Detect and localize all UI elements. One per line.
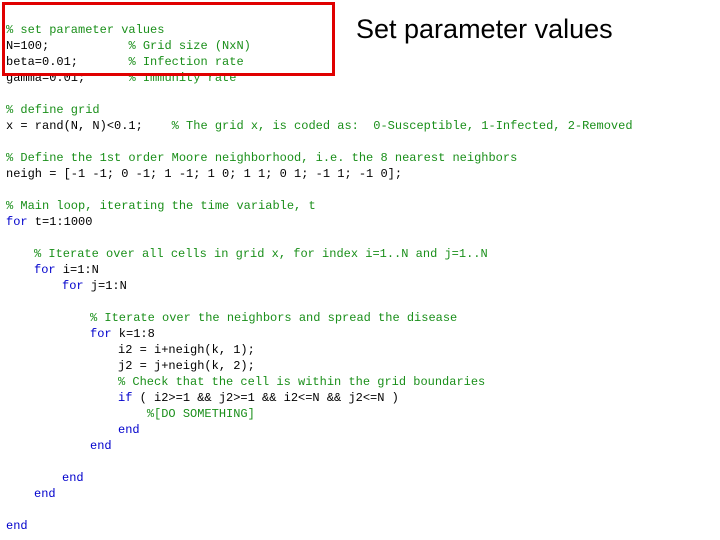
line-for-j: j=1:N bbox=[84, 279, 127, 293]
comment-iterate-nb: % Iterate over the neighbors and spread … bbox=[6, 311, 457, 325]
comment-defgrid: % define grid bbox=[6, 103, 100, 117]
comment-moore: % Define the 1st order Moore neighborhoo… bbox=[6, 151, 517, 165]
comment-main: % Main loop, iterating the time variable… bbox=[6, 199, 316, 213]
line-j2: j2 = j+neigh(k, 2); bbox=[6, 359, 255, 373]
line-for-i: i=1:N bbox=[56, 263, 99, 277]
comment-iterate-cells: % Iterate over all cells in grid x, for … bbox=[6, 247, 488, 261]
line-for-t: t=1:1000 bbox=[28, 215, 93, 229]
line-for-k: k=1:8 bbox=[112, 327, 155, 341]
line-n: N=100; bbox=[6, 39, 49, 53]
comment-check: % Check that the cell is within the grid… bbox=[6, 375, 485, 389]
kw-if: if bbox=[118, 391, 132, 405]
comment-beta: % Infection rate bbox=[128, 55, 243, 69]
comment-n: % Grid size (NxN) bbox=[128, 39, 250, 53]
kw-for-j: for bbox=[62, 279, 84, 293]
code-block: % set parameter values N=100; % Grid siz… bbox=[6, 6, 714, 534]
line-beta: beta=0.01; bbox=[6, 55, 78, 69]
kw-end-forj: end bbox=[62, 471, 84, 485]
line-x: x = rand(N, N)<0.1; bbox=[6, 119, 143, 133]
line-if: ( i2>=1 && j2>=1 && i2<=N && j2<=N ) bbox=[132, 391, 398, 405]
comment-x: % The grid x, is coded as: 0-Susceptible… bbox=[172, 119, 633, 133]
comment-set-param: % set parameter values bbox=[6, 23, 164, 37]
kw-for-t: for bbox=[6, 215, 28, 229]
kw-end-fori: end bbox=[34, 487, 56, 501]
comment-gamma: % Immunity rate bbox=[128, 71, 236, 85]
kw-end-fork: end bbox=[90, 439, 112, 453]
callout-title: Set parameter values bbox=[356, 14, 613, 45]
line-neigh: neigh = [-1 -1; 0 -1; 1 -1; 1 0; 1 1; 0 … bbox=[6, 167, 402, 181]
line-gamma: gamma=0.01; bbox=[6, 71, 85, 85]
kw-for-k: for bbox=[90, 327, 112, 341]
line-i2: i2 = i+neigh(k, 1); bbox=[6, 343, 255, 357]
kw-end-if: end bbox=[118, 423, 140, 437]
comment-do: %[DO SOMETHING] bbox=[147, 407, 255, 421]
kw-for-i: for bbox=[34, 263, 56, 277]
kw-end-fort: end bbox=[6, 519, 28, 533]
slide: % set parameter values N=100; % Grid siz… bbox=[0, 0, 720, 540]
